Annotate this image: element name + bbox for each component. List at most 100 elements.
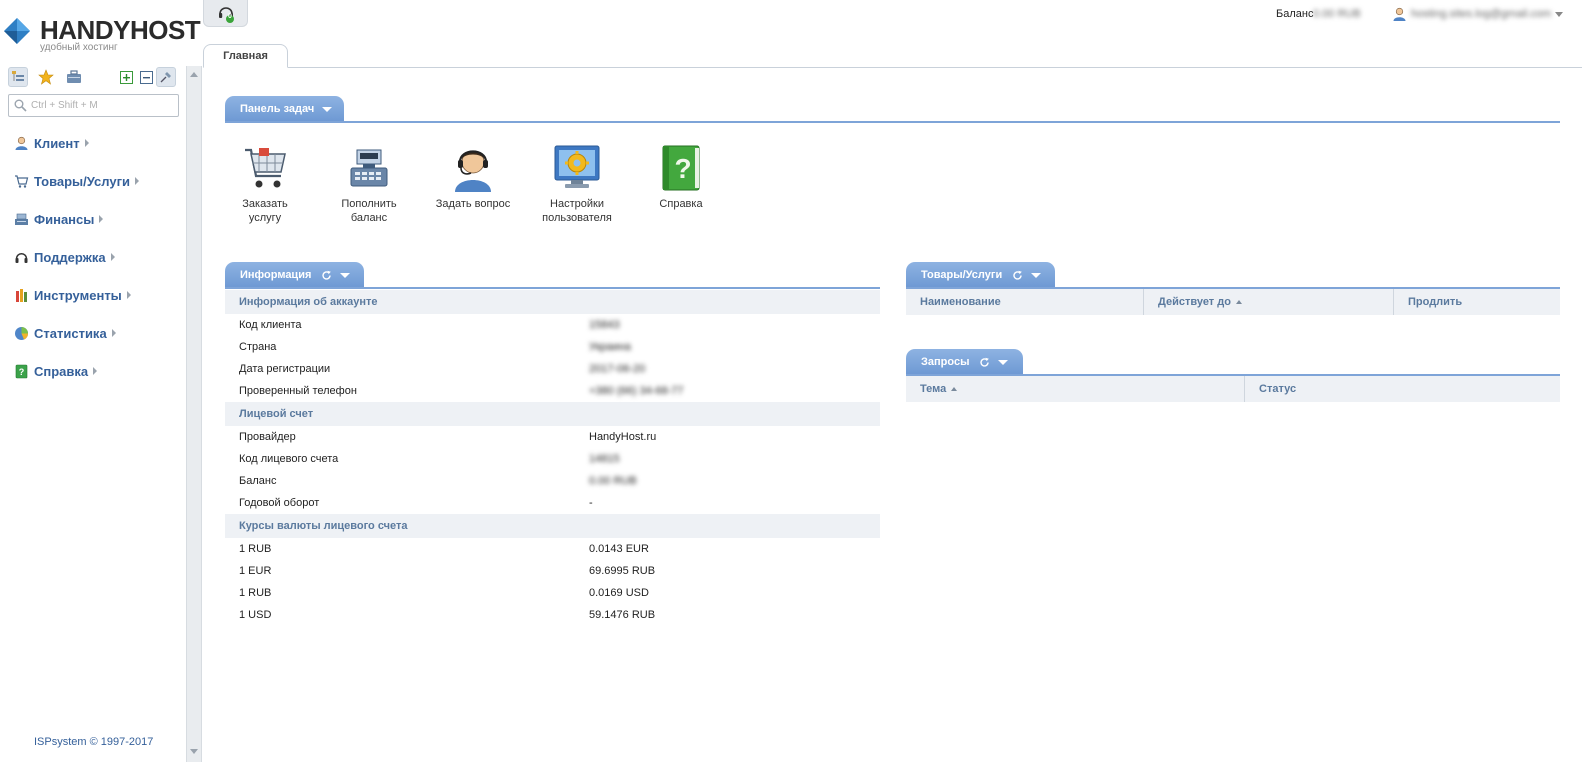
info-value: 69.6995 RUB xyxy=(589,565,656,577)
refresh-icon[interactable] xyxy=(1012,270,1023,281)
task-panel-divider xyxy=(225,121,1560,123)
info-key: Код лицевого счета xyxy=(239,453,339,465)
sidebar-item-support[interactable]: Поддержка xyxy=(0,238,186,276)
requests-grid-header: Тема Статус xyxy=(906,376,1560,402)
favorites-star-icon[interactable] xyxy=(36,67,56,87)
briefcase-icon[interactable] xyxy=(64,67,84,87)
services-panel-tab[interactable]: Товары/Услуги xyxy=(906,262,1055,288)
info-row-annual-turnover: Годовой оборот - xyxy=(225,492,880,514)
column-renew[interactable]: Продлить xyxy=(1394,289,1560,315)
info-row-client-code: Код клиента 15843 xyxy=(225,314,880,336)
help-book-icon: ? xyxy=(662,145,700,191)
cash-register-icon xyxy=(13,211,29,227)
logo[interactable]: HANDYHOST удобный хостинг xyxy=(2,12,201,58)
info-key: Проверенный телефон xyxy=(239,385,357,397)
services-grid-header: Наименование Действует до Продлить xyxy=(906,289,1560,315)
chevron-down-icon[interactable] xyxy=(340,272,351,278)
user-menu[interactable]: hosting.sites.log@gmail.com xyxy=(1392,5,1564,23)
sidebar-search[interactable] xyxy=(8,94,179,117)
chevron-down-icon xyxy=(1555,11,1564,17)
sidebar-item-label: Инструменты xyxy=(34,287,122,303)
column-status[interactable]: Статус xyxy=(1245,376,1560,402)
info-row-balance: Баланс 0.00 RUB xyxy=(225,470,880,492)
column-name[interactable]: Наименование xyxy=(906,289,1144,315)
task-label: Задать вопрос xyxy=(435,198,511,210)
task-panel-tab[interactable]: Панель задач xyxy=(225,96,344,122)
tree-view-icon[interactable] xyxy=(8,67,28,87)
collapse-all-icon[interactable] xyxy=(136,67,156,87)
sidebar-toolbar xyxy=(8,66,180,88)
chevron-right-icon xyxy=(99,215,104,223)
headset-icon xyxy=(219,7,234,23)
task-order-service[interactable]: Заказать услугу xyxy=(213,142,317,225)
chevron-right-icon xyxy=(126,291,131,299)
info-value: 0.00 RUB xyxy=(589,475,637,487)
chevron-down-icon[interactable] xyxy=(322,106,333,112)
notifications-count: 0 xyxy=(228,13,232,20)
info-key: Код клиента xyxy=(239,319,302,331)
shopping-cart-icon xyxy=(245,148,286,188)
info-row-rate: 1 USD 59.1476 RUB xyxy=(225,604,880,626)
task-help[interactable]: ? Справка xyxy=(629,142,733,211)
info-row-rate: 1 EUR 69.6995 RUB xyxy=(225,560,880,582)
column-label: Статус xyxy=(1259,383,1297,395)
refresh-icon[interactable] xyxy=(321,270,332,281)
chevron-right-icon xyxy=(84,139,89,147)
task-top-up-balance[interactable]: Пополнить баланс xyxy=(317,142,421,225)
info-row-account-code: Код лицевого счета 14815 xyxy=(225,448,880,470)
sidebar-item-label: Клиент xyxy=(34,135,80,151)
tab-strip-line xyxy=(203,67,1582,68)
sidebar-item-label: Товары/Услуги xyxy=(34,173,130,189)
requests-panel-tab[interactable]: Запросы xyxy=(906,349,1023,375)
sidebar-item-statistics[interactable]: Статистика xyxy=(0,314,186,352)
scroll-down-icon[interactable] xyxy=(190,749,198,754)
info-key: Баланс xyxy=(239,475,277,487)
sort-ascending-icon xyxy=(951,387,958,391)
user-icon xyxy=(13,135,29,151)
column-label: Тема xyxy=(920,383,947,395)
section-personal-account-header: Лицевой счет xyxy=(225,402,880,426)
sidebar-item-client[interactable]: Клиент xyxy=(0,124,186,162)
search-input[interactable] xyxy=(31,97,176,114)
info-key: 1 RUB xyxy=(239,587,272,599)
refresh-icon[interactable] xyxy=(979,357,990,368)
tab-main[interactable]: Главная xyxy=(203,44,288,68)
sidebar-item-label: Справка xyxy=(34,363,89,379)
info-panel-divider xyxy=(225,287,880,289)
chevron-down-icon[interactable] xyxy=(998,359,1009,365)
chevron-down-icon[interactable] xyxy=(1031,272,1042,278)
info-row-provider: Провайдер HandyHost.ru xyxy=(225,426,880,448)
info-value: 59.1476 RUB xyxy=(589,609,656,621)
pie-chart-icon xyxy=(13,325,29,341)
scroll-up-icon[interactable] xyxy=(190,72,198,77)
task-user-settings[interactable]: Настройки пользователя xyxy=(525,142,629,225)
sidebar-item-tools[interactable]: Инструменты xyxy=(0,276,186,314)
info-row-verified-phone: Проверенный телефон +380 (66) 34-68-77 xyxy=(225,380,880,402)
column-subject[interactable]: Тема xyxy=(906,376,1245,402)
info-table: Информация об аккаунте Код клиента 15843… xyxy=(225,290,880,626)
info-key: Провайдер xyxy=(239,431,296,443)
sidebar-item-help[interactable]: ? Справка xyxy=(0,352,186,390)
task-ask-question[interactable]: Задать вопрос xyxy=(421,142,525,211)
chevron-right-icon xyxy=(93,367,98,375)
column-label: Наименование xyxy=(920,296,1001,308)
info-key: 1 RUB xyxy=(239,543,272,555)
info-key: 1 USD xyxy=(239,609,272,621)
logo-diamond-icon xyxy=(4,18,30,44)
info-value: 2017-06-20 xyxy=(589,363,646,375)
info-row-rate: 1 RUB 0.0169 USD xyxy=(225,582,880,604)
column-label: Действует до xyxy=(1158,296,1231,308)
sidebar-item-label: Статистика xyxy=(34,325,107,341)
expand-all-icon[interactable] xyxy=(116,67,136,87)
sidebar-item-finance[interactable]: Финансы xyxy=(0,200,186,238)
sidebar-item-products[interactable]: Товары/Услуги xyxy=(0,162,186,200)
chevron-right-icon xyxy=(135,177,139,185)
sidebar-menu: Клиент Товары/Услуги Финансы Поддержка И… xyxy=(0,124,186,390)
pin-icon[interactable] xyxy=(156,67,176,87)
sidebar-scrollbar[interactable] xyxy=(186,66,202,762)
info-panel-tab[interactable]: Информация xyxy=(225,262,364,288)
notifications-button[interactable]: 0 xyxy=(203,0,248,27)
column-valid-until[interactable]: Действует до xyxy=(1144,289,1394,315)
svg-text:?: ? xyxy=(674,153,691,184)
balance-value: 0.00 RUB xyxy=(1313,8,1361,20)
